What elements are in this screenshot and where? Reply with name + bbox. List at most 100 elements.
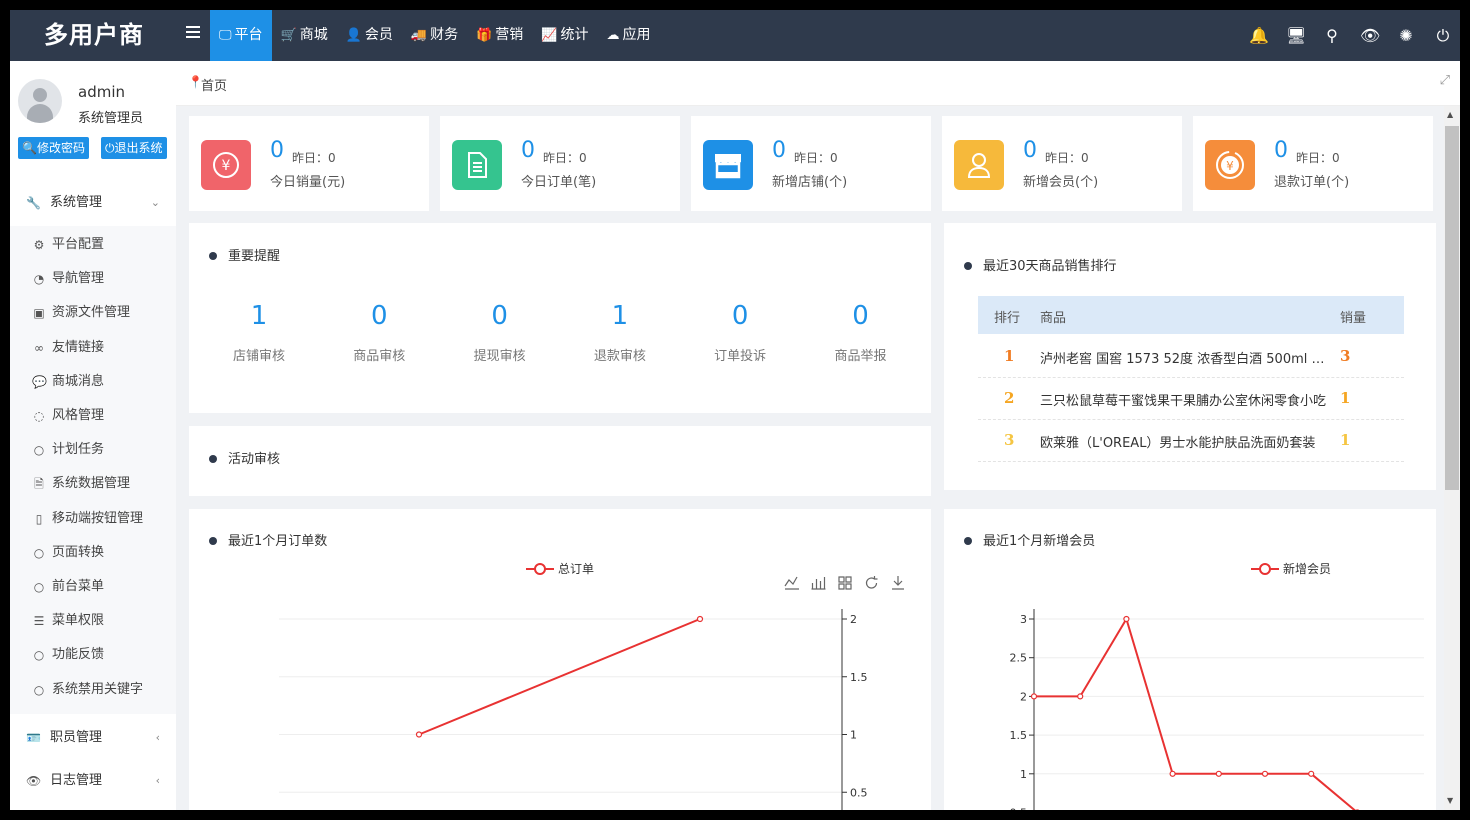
- table-row[interactable]: 1 泸州老窖 国窖 1573 52度 浓香型白酒 500ml 单瓶装 3: [978, 335, 1404, 378]
- stat-value: 0: [270, 138, 284, 163]
- logout-button[interactable]: ⏻退出系统: [101, 137, 167, 159]
- reminder-label: 订单投诉: [714, 349, 767, 364]
- sidebar-item-10[interactable]: ○ 前台菜单: [10, 570, 176, 604]
- reminder-item[interactable]: 0 订单投诉: [680, 301, 800, 364]
- brand-logo: 多用户商: [44, 21, 144, 49]
- nav-item-3[interactable]: 🚚 财务: [402, 10, 467, 61]
- legend[interactable]: 新增会员: [1251, 561, 1331, 576]
- reminder-count: 0: [852, 301, 869, 331]
- stat-card: ¥0 昨日：0 退款订单(个): [1193, 116, 1433, 211]
- sidebar-item-6[interactable]: ○ 计划任务: [10, 433, 176, 467]
- user-role: 系统管理员: [78, 111, 144, 126]
- member-icon: [954, 140, 1004, 190]
- change-password-button[interactable]: 🔍修改密码: [18, 137, 89, 159]
- reminder-label: 退款审核: [593, 349, 646, 364]
- svg-text:¥: ¥: [1226, 159, 1234, 173]
- sidebar-item-label: 导航管理: [52, 271, 105, 287]
- user-icon: 👤: [345, 28, 362, 43]
- sidebar-item-9[interactable]: ○ 页面转换: [10, 536, 176, 570]
- bell-icon[interactable]: 🔔: [1249, 26, 1269, 45]
- nav-item-2[interactable]: 👤 会员: [337, 10, 402, 61]
- chevron-left-icon: ‹: [155, 774, 160, 787]
- breadcrumb-home[interactable]: 首页: [201, 75, 227, 94]
- page-scrollbar[interactable]: ▲ ▼: [1444, 106, 1460, 810]
- reminder-label: 商品举报: [834, 349, 887, 364]
- yen-icon: ¥: [201, 140, 251, 190]
- nav-item-4[interactable]: 🎁 营销: [467, 10, 532, 61]
- sidebar-item-11[interactable]: ☰ 菜单权限: [10, 604, 176, 638]
- reminder-item[interactable]: 1 店铺审核: [199, 301, 319, 364]
- download-icon[interactable]: [892, 576, 904, 590]
- table-row[interactable]: 2 三只松鼠草莓干蜜饯果干果脯办公室休闲零食小吃 1: [978, 377, 1404, 420]
- scrollbar-thumb[interactable]: [1445, 126, 1459, 490]
- map-marker-icon[interactable]: ⚲: [1323, 26, 1341, 45]
- gear-icon: ⚙: [33, 238, 45, 252]
- table-row[interactable]: 3 欧莱雅（L'OREAL）男士水能护肤品洗面奶套装 1: [978, 419, 1404, 462]
- top-nav: 🖵 平台 🛒 商城 👤 会员 🚚 财务 🎁 营销 📈 统计 ☁ 应用: [210, 10, 659, 61]
- sidebar-item-3[interactable]: ∞ 友情链接: [10, 331, 176, 365]
- header-qty: 销量: [1340, 311, 1367, 326]
- spinner-icon[interactable]: ✺: [1397, 26, 1415, 45]
- sidebar-item-2[interactable]: ▣ 资源文件管理: [10, 296, 176, 330]
- nav-item-label: 商城: [299, 27, 328, 43]
- shop-icon: [703, 140, 753, 190]
- stat-yesterday: 昨日：0: [292, 151, 336, 165]
- scroll-up-icon[interactable]: ▲: [1447, 110, 1453, 119]
- reminder-count: 1: [611, 301, 629, 331]
- reminder-item[interactable]: 0 商品举报: [801, 301, 921, 364]
- sidebar-item-13[interactable]: ○ 系统禁用关键字: [10, 673, 176, 707]
- rank-number: 1: [1004, 347, 1015, 365]
- reminder-item[interactable]: 1 退款审核: [560, 301, 680, 364]
- list-icon: ☰: [33, 614, 45, 629]
- image-icon: ▣: [33, 306, 45, 321]
- comment-icon: 💬: [32, 374, 47, 389]
- sidebar-item-1[interactable]: ◔ 导航管理: [10, 262, 176, 296]
- eye-icon: 👁: [26, 774, 42, 788]
- sidebar-section-logs[interactable]: 👁 日志管理 ‹: [10, 760, 176, 802]
- sidebar-item-8[interactable]: ▯ 移动端按钮管理: [10, 502, 176, 536]
- nav-item-1[interactable]: 🛒 商城: [272, 10, 337, 61]
- legend[interactable]: 总订单: [526, 562, 594, 576]
- user-panel: admin 系统管理员 🔍修改密码 ⏻退出系统: [10, 61, 176, 179]
- circle-icon: ○: [33, 682, 45, 697]
- display-icon[interactable]: 🖥: [1286, 26, 1306, 45]
- reminder-item[interactable]: 0 提现审核: [440, 301, 560, 364]
- y-tick-label: 2: [1020, 690, 1027, 703]
- sidebar-section-system[interactable]: 🔧 系统管理 ⌄: [10, 182, 176, 224]
- sidebar-section-staff[interactable]: 🪪 职员管理 ‹: [10, 717, 176, 759]
- stat-card: ¥0 昨日：0 今日销量(元): [189, 116, 429, 211]
- bar-icon[interactable]: [811, 577, 826, 590]
- sidebar-item-0[interactable]: ⚙ 平台配置: [10, 228, 176, 262]
- stat-label: 新增店铺(个): [772, 175, 848, 190]
- sidebar-item-4[interactable]: 💬 商城消息: [10, 365, 176, 399]
- sidebar-item-5[interactable]: ◌ 风格管理: [10, 399, 176, 433]
- menu-toggle-icon[interactable]: [186, 26, 200, 40]
- link-icon: ∞: [34, 340, 44, 355]
- line-icon[interactable]: [784, 576, 799, 590]
- refresh-icon[interactable]: [865, 576, 878, 589]
- svg-text:¥: ¥: [222, 158, 231, 174]
- data-point: [1169, 770, 1176, 777]
- rank-number: 2: [1004, 389, 1015, 407]
- activity-card: 活动审核: [189, 426, 931, 496]
- eye-icon[interactable]: 👁: [1360, 26, 1380, 45]
- series-line: [1034, 616, 1356, 810]
- power-icon[interactable]: ⏻: [1434, 26, 1452, 46]
- grid-icon[interactable]: [838, 576, 852, 590]
- fullscreen-icon[interactable]: ⤢: [1440, 73, 1450, 88]
- circle-icon: ○: [33, 443, 45, 458]
- sidebar: admin 系统管理员 🔍修改密码 ⏻退出系统 🔧 系统管理 ⌄ ⚙ 平台配置 ◔ 导…: [10, 61, 176, 810]
- nav-item-label: 平台: [234, 27, 263, 43]
- sidebar-item-label: 商城消息: [52, 373, 105, 389]
- reminder-count: 1: [250, 301, 268, 331]
- sidebar-item-label: 计划任务: [52, 442, 105, 458]
- nav-item-0[interactable]: 🖵 平台: [210, 10, 272, 61]
- nav-item-5[interactable]: 📈 统计: [532, 10, 597, 61]
- orders-chart-card: 最近1个月订单数 0.5 1 1.5 2 总订单: [189, 509, 931, 810]
- sidebar-item-12[interactable]: ○ 功能反馈: [10, 638, 176, 672]
- sidebar-item-7[interactable]: 🗎 系统数据管理: [10, 467, 176, 501]
- nav-item-6[interactable]: ☁ 应用: [597, 10, 659, 61]
- reminder-item[interactable]: 0 商品审核: [319, 301, 439, 364]
- monitor-icon: 🖵: [219, 28, 232, 43]
- scroll-down-icon[interactable]: ▼: [1447, 796, 1453, 805]
